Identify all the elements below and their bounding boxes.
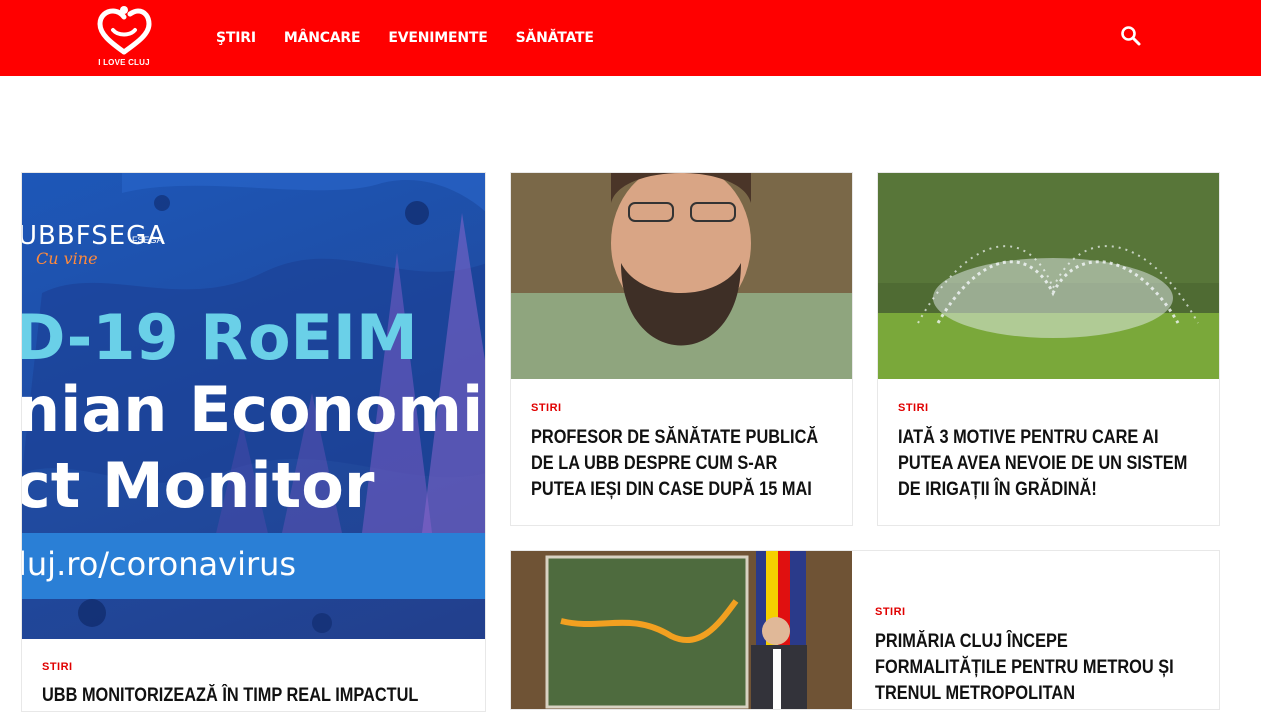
nav-item-evenimente[interactable]: EVENIMENTE [388,30,487,46]
featured-image-brand-small: FSEGA [132,235,163,245]
search-icon[interactable] [1120,25,1142,47]
article-category[interactable]: STIRI [875,606,906,618]
article-category[interactable]: STIRI [898,402,929,414]
article-title[interactable]: PROFESOR DE SĂNĂTATE PUBLICĂ DE LA UBB D… [531,425,832,503]
site-logo[interactable]: I LOVE CLUJ [96,6,152,68]
main-nav: ŞTIRI MÂNCARE EVENIMENTE SĂNĂTATE [216,0,622,76]
article-image-professor[interactable] [511,173,852,379]
professor-photo-graphic [511,173,852,379]
article-title[interactable]: IATĂ 3 MOTIVE PENTRU CARE AI PUTEA AVEA … [898,425,1199,503]
featured-category[interactable]: STIRI [42,661,73,673]
sprinkler-photo-graphic [878,173,1219,379]
featured-image-url: luj.ro/coronavirus [22,545,297,583]
featured-article-image[interactable]: UBBFSEGA FSEGA Cu vine D-19 RoEIM nian E… [22,173,486,639]
featured-title[interactable]: UBB MONITORIZEAZĂ ÎN TIMP REAL IMPACTUL [42,683,485,709]
featured-image-line3: ct Monitor [22,449,375,522]
site-header: I LOVE CLUJ ŞTIRI MÂNCARE EVENIMENTE SĂN… [0,0,1261,76]
featured-article-card[interactable]: UBBFSEGA FSEGA Cu vine D-19 RoEIM nian E… [21,172,486,712]
article-title[interactable]: PRIMĂRIA CLUJ ÎNCEPE FORMALITĂȚILE PENTR… [875,629,1202,707]
heart-logo-icon [97,6,152,55]
nav-item-stiri[interactable]: ŞTIRI [216,30,256,46]
featured-image-brand-sub: Cu vine [36,249,98,268]
nav-item-sanatate[interactable]: SĂNĂTATE [516,30,594,46]
metro-map-photo-graphic [511,551,852,709]
nav-item-mancare[interactable]: MÂNCARE [284,30,361,46]
article-card[interactable]: STIRI PROFESOR DE SĂNĂTATE PUBLICĂ DE LA… [510,172,853,526]
logo-text: I LOVE CLUJ [98,58,150,67]
featured-image-line2: nian Economic [22,373,486,446]
featured-image-line1: D-19 RoEIM [22,301,418,374]
article-image-metro[interactable] [511,551,852,709]
article-card[interactable]: STIRI IATĂ 3 MOTIVE PENTRU CARE AI PUTEA… [877,172,1220,526]
article-category[interactable]: STIRI [531,402,562,414]
article-image-sprinkler[interactable] [878,173,1219,379]
article-card[interactable]: STIRI PRIMĂRIA CLUJ ÎNCEPE FORMALITĂȚILE… [510,550,1220,710]
